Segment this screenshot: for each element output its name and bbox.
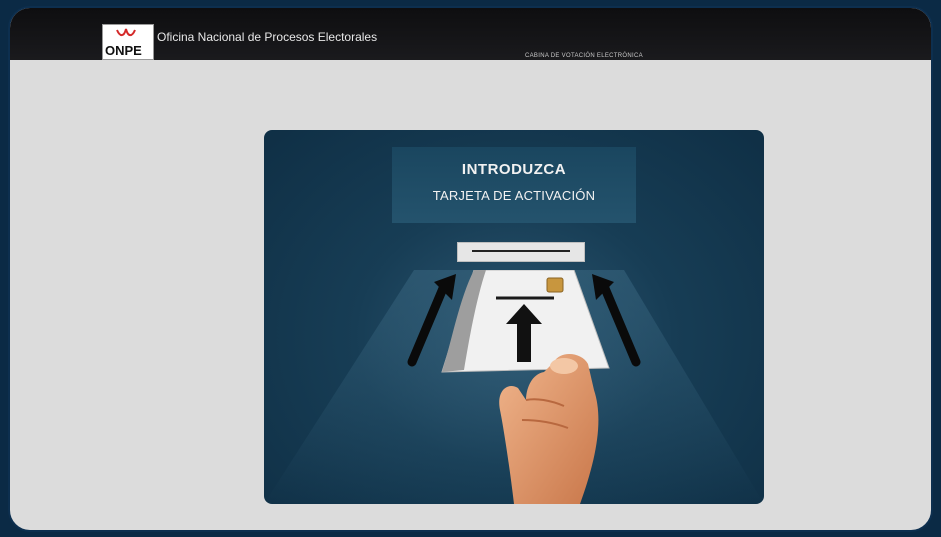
- onpe-logo-icon: [116, 28, 136, 37]
- app-window: ONPE Oficina Nacional de Procesos Electo…: [8, 6, 933, 532]
- instruction-banner: INTRODUZCA TARJETA DE ACTIVACIÓN: [392, 147, 636, 223]
- onpe-logo: ONPE: [102, 24, 154, 60]
- insert-card-illustration: [264, 270, 764, 504]
- instruction-panel: INTRODUZCA TARJETA DE ACTIVACIÓN: [264, 130, 764, 504]
- instruction-subtitle: TARJETA DE ACTIVACIÓN: [432, 188, 596, 203]
- card-slot-icon: [457, 242, 585, 262]
- logo-text: ONPE: [105, 43, 142, 58]
- slot-opening: [472, 250, 570, 252]
- chip-icon: [546, 277, 564, 293]
- instruction-title: INTRODUZCA: [461, 161, 567, 178]
- booth-title: CABINA DE VOTACIÓN ELECTRÓNICA: [525, 53, 643, 59]
- organization-name: Oficina Nacional de Procesos Electorales: [157, 30, 378, 44]
- header-bar: ONPE Oficina Nacional de Procesos Electo…: [10, 8, 931, 60]
